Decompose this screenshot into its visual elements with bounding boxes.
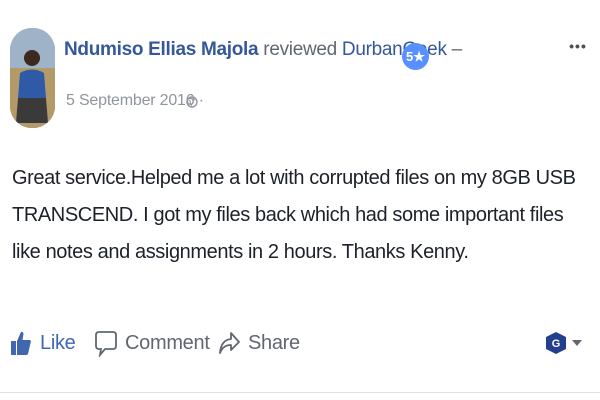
- more-options-icon[interactable]: •••: [566, 38, 590, 54]
- action-bar: Like Comment Share: [0, 320, 600, 366]
- rating-badge: 5★: [402, 43, 429, 70]
- review-verb: reviewed: [263, 39, 337, 60]
- profile-switcher[interactable]: G: [545, 327, 585, 359]
- review-text: Great service.Helped me a lot with corru…: [12, 167, 576, 263]
- avatar[interactable]: [10, 28, 55, 128]
- review-post: Ndumiso Ellias Majola reviewed DurbanGee…: [0, 0, 600, 400]
- like-button[interactable]: Like: [10, 320, 76, 366]
- svg-text:G: G: [552, 338, 561, 350]
- comment-button[interactable]: Comment: [95, 320, 210, 366]
- caret-down-icon: [572, 340, 582, 346]
- page-name[interactable]: DurbanGeek: [342, 39, 447, 60]
- post-date[interactable]: 5 September 2016 ·: [66, 90, 204, 112]
- share-arrow-icon: [219, 332, 240, 354]
- bottom-divider: [0, 392, 600, 393]
- thumbs-up-icon: [11, 331, 31, 355]
- speech-bubble-icon: [95, 331, 117, 357]
- like-label: Like: [40, 331, 76, 354]
- comment-label: Comment: [125, 331, 210, 354]
- share-label: Share: [248, 331, 300, 354]
- author-name[interactable]: Ndumiso Ellias Majola: [64, 39, 259, 60]
- globe-icon: [186, 96, 198, 108]
- share-button[interactable]: Share: [218, 320, 300, 366]
- page-profile-icon: G: [546, 332, 566, 354]
- header-separator: –: [451, 39, 463, 60]
